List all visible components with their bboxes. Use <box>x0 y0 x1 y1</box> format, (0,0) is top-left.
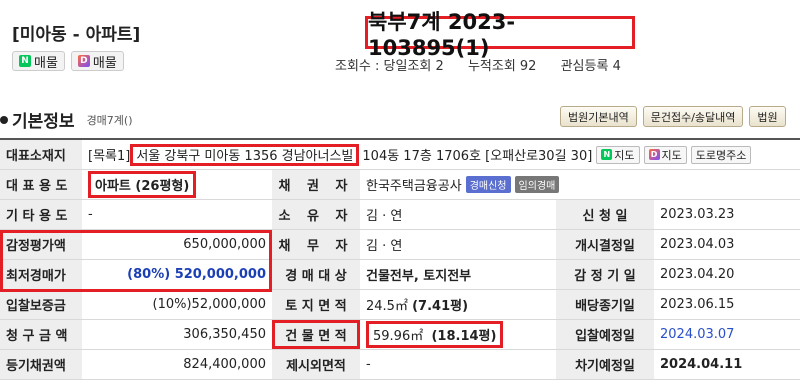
daum-icon: D <box>77 55 90 67</box>
next-date-value: 2024.04.11 <box>660 357 743 372</box>
deposit-value: (10%)52,000,000 <box>152 297 266 312</box>
registered-claim-value: 824,400,000 <box>183 357 266 372</box>
owner-value: 김 · 연 <box>366 209 403 224</box>
appraisal-date-label: 감 정 기 일 <box>556 260 654 289</box>
total-views: 누적조회 92 <box>467 59 537 74</box>
claim-amount-value: 306,350,450 <box>183 327 266 342</box>
usage-value: 아파트 (26평형) <box>88 171 197 198</box>
creditor-cell: 한국주택금융공사 경매신청 임의경매 <box>360 170 800 199</box>
usage-label: 대 표 용 도 <box>0 170 82 199</box>
daum-listing-button[interactable]: D 매물 <box>70 51 124 71</box>
page-title: [미아동 - 아파트] <box>12 25 141 45</box>
price-group: 감정평가액 650,000,000 채 무 자 김 · 연 개시결정일 2023… <box>0 230 800 292</box>
view-stats: 조회수 : 당일조회 2 누적조회 92 관심등록 4 <box>335 55 641 74</box>
min-price-cell: (80%) 520,000,000 <box>82 260 272 289</box>
apply-date-value: 2023.03.23 <box>660 207 735 222</box>
naver-icon: N <box>19 55 31 67</box>
creditor-label: 채 권 자 <box>272 170 360 199</box>
interest-count: 관심등록 4 <box>560 59 621 74</box>
auction-target-value: 건물전부, 토지전부 <box>366 269 472 284</box>
min-price-value: 520,000,000 <box>174 267 266 282</box>
table-row: 등기채권액 824,400,000 제시외면적 - 차기예정일 2024.04.… <box>0 350 800 380</box>
table-row: 청 구 금 액 306,350,450 건 물 면 적 59.96㎡ (18.1… <box>0 320 800 350</box>
table-row: 감정평가액 650,000,000 채 무 자 김 · 연 개시결정일 2023… <box>0 230 800 260</box>
naver-icon: N <box>601 149 613 160</box>
section-buttons: 법원기본내역 문건접수/송달내역 법원 <box>560 106 786 127</box>
extra-area-value: - <box>366 357 371 372</box>
daum-icon: D <box>648 149 660 160</box>
land-area-cell: 24.5㎡ (7.41평) <box>360 290 556 319</box>
registered-claim-label: 등기채권액 <box>0 350 82 379</box>
land-area-value: 24.5㎡ <box>366 299 408 314</box>
case-number: 북부7계 2023-103895(1) <box>365 10 635 60</box>
address-detail: 104동 17층 1706호 [오패산로30길 30] <box>362 149 593 164</box>
table-row: 입찰보증금 (10%)52,000,000 토 지 면 적 24.5㎡ (7.4… <box>0 290 800 320</box>
min-price-pct: (80%) <box>127 267 171 282</box>
section-title: 기본정보 <box>12 112 75 132</box>
table-row: 대표소재지 [목록1] 서울 강북구 미아동 1356 경남아너스빌 104동 … <box>0 140 800 170</box>
debtor-value: 김 · 연 <box>366 239 403 254</box>
daum-map-button[interactable]: D 지도 <box>643 145 687 164</box>
appraisal-date-value: 2023.04.20 <box>660 267 735 282</box>
building-area-cell: 59.96㎡ (18.14평) <box>360 320 556 349</box>
table-row: 최저경매가 (80%) 520,000,000 경 매 대 상 건물전부, 토지… <box>0 260 800 290</box>
auction-request-tag: 경매신청 <box>465 176 511 193</box>
usage-cell: 아파트 (26평형) <box>82 170 272 199</box>
building-area-box: 59.96㎡ (18.14평) <box>366 321 504 348</box>
start-decision-label: 개시결정일 <box>556 230 654 259</box>
road-address-button[interactable]: 도로명주소 <box>690 145 752 164</box>
court-more-button[interactable]: 법원 <box>749 106 786 127</box>
land-area-pyeong: (7.41평) <box>412 299 469 314</box>
address-label: 대표소재지 <box>0 140 82 169</box>
court-basic-button[interactable]: 법원기본내역 <box>560 106 637 127</box>
creditor-value: 한국주택금융공사 <box>366 179 462 194</box>
bid-date-value[interactable]: 2024.03.07 <box>654 320 800 349</box>
deposit-label: 입찰보증금 <box>0 290 82 319</box>
section-header: 기본정보 경매7계() <box>0 107 133 132</box>
section-subtitle: 경매7계() <box>86 113 133 127</box>
other-usage-label: 기 타 용 도 <box>0 200 82 229</box>
bullet-icon <box>0 115 8 124</box>
next-date-label: 차기예정일 <box>556 350 654 379</box>
extra-area-label: 제시외면적 <box>272 350 360 379</box>
naver-map-button[interactable]: N 지도 <box>596 145 640 164</box>
info-table: 대표소재지 [목록1] 서울 강북구 미아동 1356 경남아너스빌 104동 … <box>0 138 800 380</box>
address-prefix: [목록1] <box>88 149 131 164</box>
address-cell: [목록1] 서울 강북구 미아동 1356 경남아너스빌 104동 17층 17… <box>82 140 800 169</box>
owner-label: 소 유 자 <box>272 200 360 229</box>
other-usage-value: - <box>88 207 93 222</box>
voluntary-auction-tag: 임의경매 <box>514 176 560 193</box>
auction-target-label: 경 매 대 상 <box>272 260 360 289</box>
appraisal-label: 감정평가액 <box>0 230 82 259</box>
claim-amount-label: 청 구 금 액 <box>0 320 82 349</box>
naver-listing-button[interactable]: N 매물 <box>12 51 65 71</box>
start-decision-value: 2023.04.03 <box>660 237 735 252</box>
debtor-label: 채 무 자 <box>272 230 360 259</box>
views-label: 조회수 : 당일조회 2 <box>335 59 444 74</box>
document-delivery-button[interactable]: 문건접수/송달내역 <box>642 106 744 127</box>
table-row: 기 타 용 도 - 소 유 자 김 · 연 신 청 일 2023.03.23 <box>0 200 800 230</box>
naver-listing-label: 매물 <box>34 55 58 71</box>
daum-listing-label: 매물 <box>92 55 117 71</box>
min-price-label: 최저경매가 <box>0 260 82 289</box>
building-area-pyeong: (18.14평) <box>431 329 497 344</box>
appraisal-value: 650,000,000 <box>183 237 266 252</box>
dividend-deadline-label: 배당종기일 <box>556 290 654 319</box>
table-row: 대 표 용 도 아파트 (26평형) 채 권 자 한국주택금융공사 경매신청 임… <box>0 170 800 200</box>
building-area-label: 건 물 면 적 <box>272 320 360 349</box>
apply-date-label: 신 청 일 <box>556 200 654 229</box>
building-area-value: 59.96㎡ <box>373 329 424 344</box>
land-area-label: 토 지 면 적 <box>272 290 360 319</box>
dividend-deadline-value: 2023.06.15 <box>660 297 735 312</box>
address-main: 서울 강북구 미아동 1356 경남아너스빌 <box>130 143 360 166</box>
bid-date-label: 입찰예정일 <box>556 320 654 349</box>
listing-badges: N 매물 D 매물 <box>12 51 124 71</box>
